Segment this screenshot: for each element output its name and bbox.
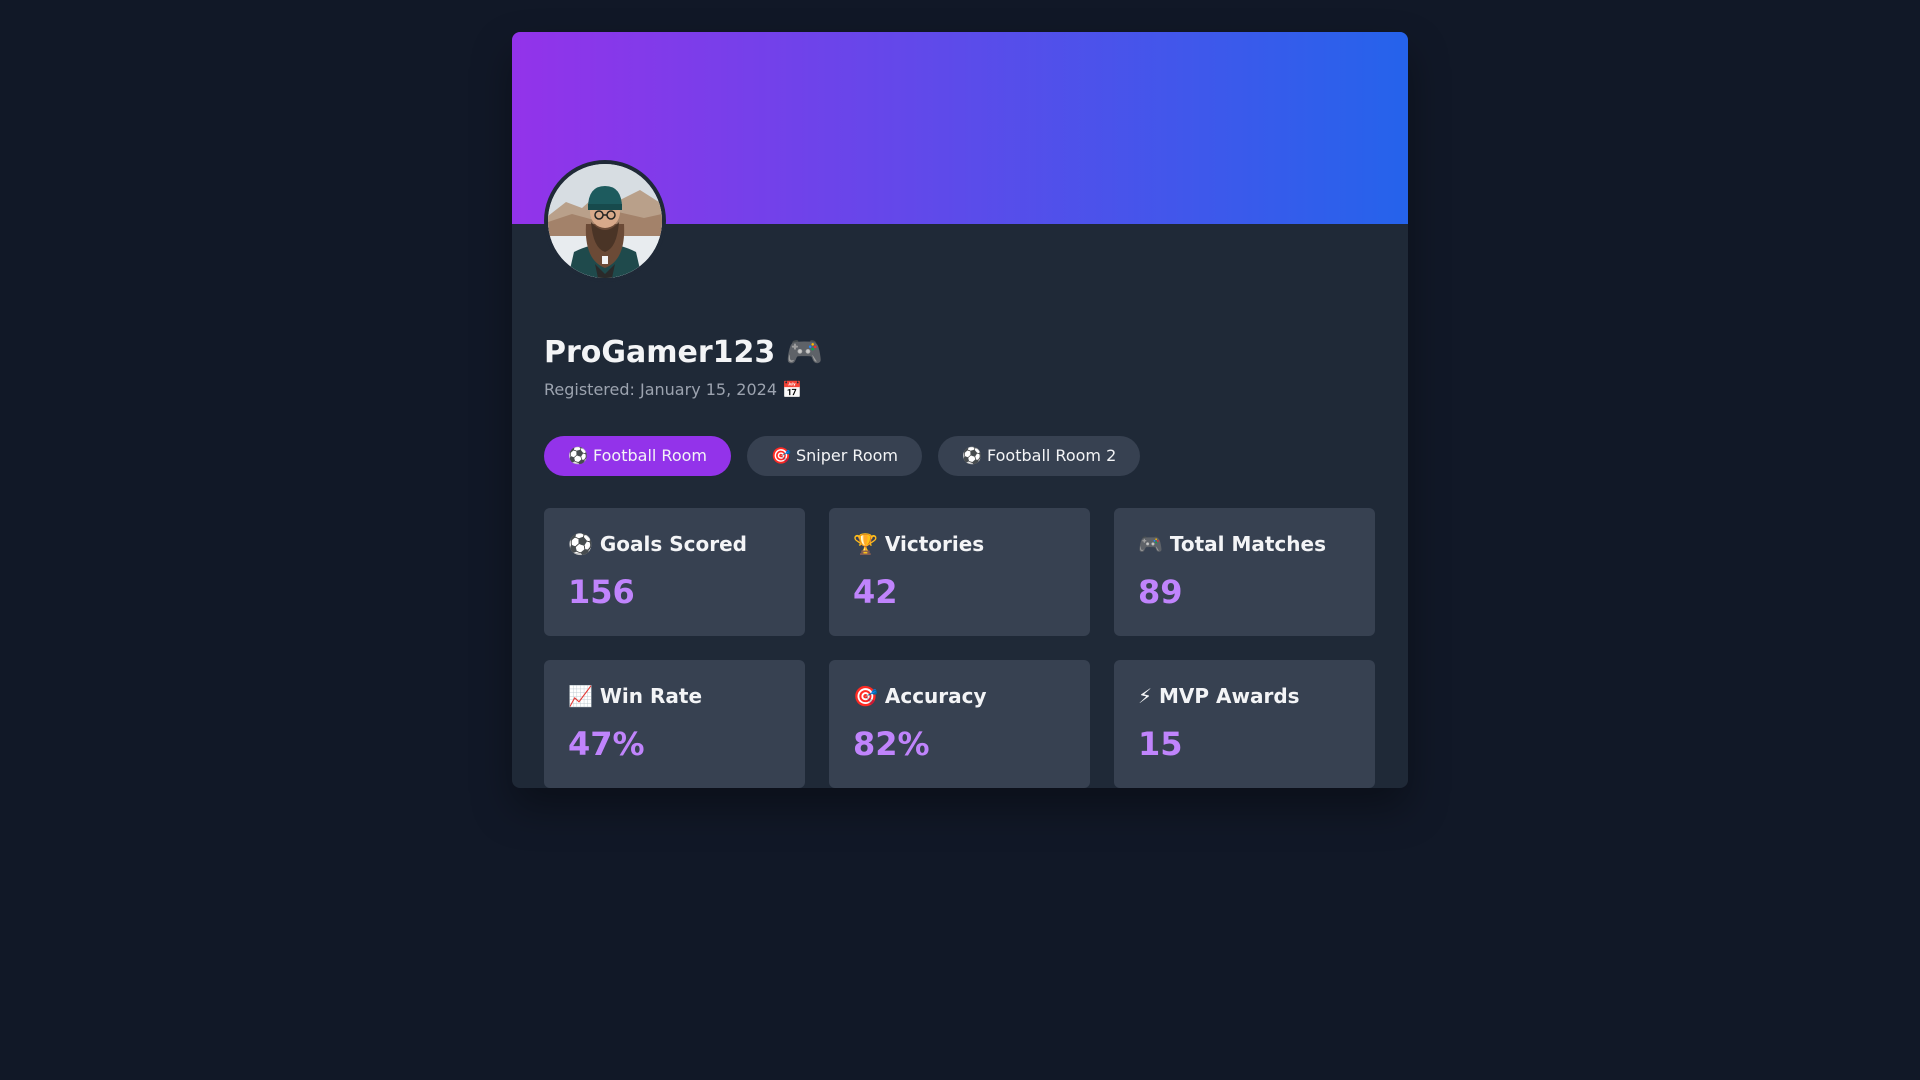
username: ProGamer123 🎮 [544,335,824,370]
profile-card: ProGamer123 🎮 Registered: January 15, 20… [512,32,1408,788]
stat-value: 42 [853,573,898,611]
stat-value: 15 [1138,725,1183,763]
stat-card-accuracy: 🎯 Accuracy 82% [829,660,1090,788]
stats-grid: ⚽ Goals Scored 156 🏆 Victories 42 🎮 Tota… [544,508,1376,788]
stat-label: ⚽ Goals Scored [568,532,747,556]
stat-value: 47% [568,725,645,763]
avatar-photo [548,164,662,278]
room-tab-football[interactable]: ⚽ Football Room [544,436,731,476]
stat-value: 89 [1138,573,1183,611]
stat-value: 156 [568,573,635,611]
stat-card-victories: 🏆 Victories 42 [829,508,1090,636]
avatar[interactable] [544,160,666,282]
stat-card-goals-scored: ⚽ Goals Scored 156 [544,508,805,636]
stat-label: 🎯 Accuracy [853,684,987,708]
room-tab-sniper[interactable]: 🎯 Sniper Room [747,436,922,476]
stat-card-mvp-awards: ⚡ MVP Awards 15 [1114,660,1375,788]
stat-card-total-matches: 🎮 Total Matches 89 [1114,508,1375,636]
registration-date: Registered: January 15, 2024 📅 [544,380,802,399]
stat-value: 82% [853,725,930,763]
stat-label: 🏆 Victories [853,532,985,556]
stat-card-win-rate: 📈 Win Rate 47% [544,660,805,788]
stat-label: 📈 Win Rate [568,684,703,708]
stat-label: 🎮 Total Matches [1138,532,1326,556]
room-tab-football-2[interactable]: ⚽ Football Room 2 [937,436,1141,476]
room-tabs: ⚽ Football Room 🎯 Sniper Room ⚽ Football… [544,436,1141,476]
stat-label: ⚡ MVP Awards [1138,684,1300,708]
